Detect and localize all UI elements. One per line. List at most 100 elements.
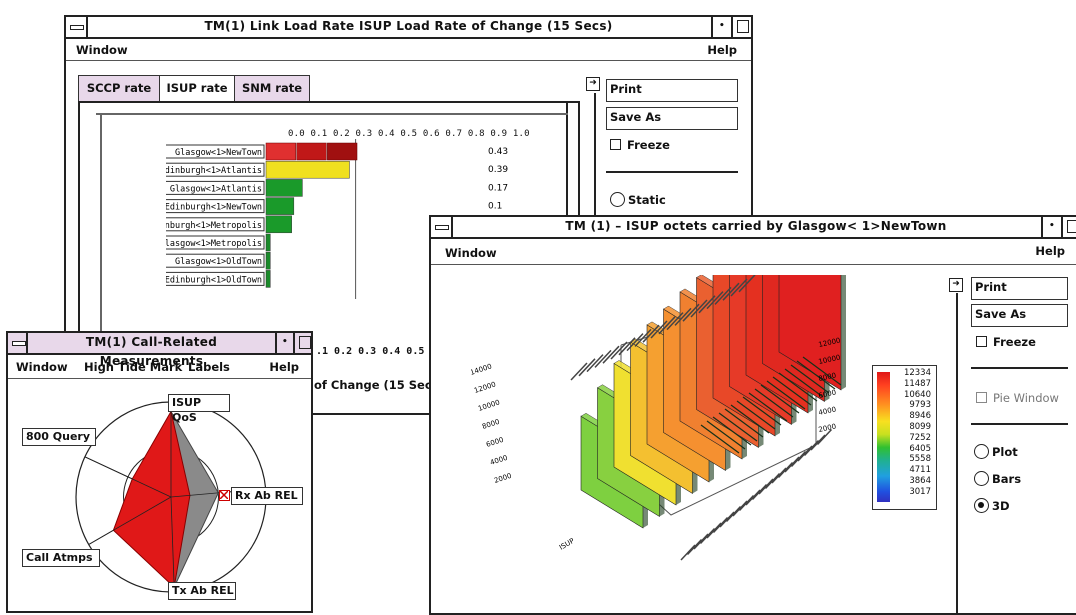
category-label: Edinburgh<1>Atlantis [166,166,262,176]
tab-isup-rate[interactable]: ISUP rate [159,75,235,101]
isup-titlebar[interactable]: TM (1) – ISUP octets carried by Glasgow<… [431,217,1076,239]
system-menu-icon[interactable] [8,333,28,353]
window-title: TM (1) – ISUP octets carried by Glasgow<… [565,219,947,233]
print-button[interactable]: Print [971,277,1068,300]
legend-value: 3864 [909,475,931,486]
bars-radio[interactable]: Bars [974,471,1021,486]
checkbox-icon[interactable] [976,336,987,347]
minimize-icon[interactable]: • [1041,217,1061,237]
legend-value: 8946 [909,411,931,422]
bottom-tick-label-mark [725,505,742,523]
maximize-icon[interactable] [1061,217,1076,237]
menu-help[interactable]: Help [707,43,737,57]
top-tick-label-mark [594,349,612,368]
value-label: 0.1 [488,202,502,212]
bottom-tick-label-mark [706,522,722,539]
bottom-tick-label-mark [764,472,781,490]
query-800-label[interactable]: 800 Query [22,428,96,446]
scale-tick: 0.4 [377,129,395,139]
scale-tick: 0.9 [490,129,508,139]
tx-ab-rel-label[interactable]: Tx Ab REL [168,582,236,600]
tab-sccp-rate[interactable]: SCCP rate [78,75,160,101]
three-d-radio[interactable]: 3D [974,498,1010,513]
menu-help[interactable]: Help [269,360,299,374]
link-load-titlebar[interactable]: TM(1) Link Load Rate ISUP Load Rate of C… [66,17,751,39]
call-atmps-label[interactable]: Call Atmps [22,549,100,567]
save-as-button[interactable]: Save As [606,107,738,130]
bottom-tick-label-mark [686,538,703,556]
call-titlebar[interactable]: TM(1) Call-Related Measurements • [8,333,311,368]
menu-window[interactable]: Window [16,360,68,374]
bar-row: Glasgow<1>NewTown 0.43 [166,142,508,161]
menu-help[interactable]: Help [1035,244,1065,258]
menu-high-tide-mark[interactable]: High Tide Mark [84,360,182,374]
bottom-tick-label-mark [751,483,768,501]
bar [265,179,303,197]
bar-row: Glasgow<1>OldTown [166,251,271,270]
value-label: 0.43 [488,147,508,157]
top-tick-label-mark [586,354,604,373]
save-as-button[interactable]: Save As [971,304,1068,327]
rx-ab-rel-marker[interactable] [219,490,230,501]
checkbox-icon[interactable] [976,392,987,403]
checkbox-icon[interactable] [610,139,621,150]
menu-window[interactable]: Window [445,246,497,260]
radio-icon[interactable] [974,471,989,486]
left-tick-label: 2000 [493,472,512,485]
menu-labels[interactable]: Labels [188,360,230,374]
maximize-icon[interactable] [731,17,751,37]
menu-window[interactable]: Window [76,43,128,57]
bottom-tick-label-mark [712,516,729,534]
system-menu-icon[interactable] [66,17,88,37]
scale-tick: 0.0 [288,129,305,139]
freeze-checkbox[interactable]: Freeze [976,335,1036,349]
category-label: Glasgow<1>Atlantis [170,184,262,194]
radio-icon[interactable] [974,444,989,459]
freeze-checkbox[interactable]: Freeze [610,138,670,152]
scale-tick: 1.0 [512,129,530,139]
bar [265,215,292,234]
system-menu-icon[interactable] [431,217,453,237]
tab-snm-rate[interactable]: SNM rate [234,75,310,101]
legend-value: 3017 [909,486,931,497]
bottom-tick-label-mark [758,478,774,495]
z-tick-label: 4000 [818,405,837,417]
bars-label: Bars [992,472,1022,486]
radio-icon[interactable] [610,192,625,207]
x-icon [220,491,228,499]
print-button[interactable]: Print [606,79,738,102]
arrow-right-icon[interactable]: ➜ [949,278,963,292]
bar-row: Edinburgh<1>NewTown 0.1 [166,197,502,215]
bottom-tick-label-mark [693,533,709,550]
left-tick-label: 12000 [473,380,497,394]
left-tick-label: 10000 [477,398,501,412]
legend-color-bar [877,372,890,502]
rx-ab-rel-label[interactable]: Rx Ab REL [231,487,303,505]
scale-tick: 0.1 [310,129,328,139]
arrow-right-icon[interactable]: ➜ [586,77,600,91]
minimize-icon[interactable]: • [711,17,731,37]
scale-tick: 0.7 [445,129,463,139]
isup-qos-label[interactable]: ISUP QoS [168,394,230,424]
legend-value: 4711 [909,465,931,476]
scale-tick: 0.6 [422,129,440,139]
three-d-label: 3D [992,499,1010,513]
static-radio[interactable]: Static [610,192,666,207]
bar [265,251,271,270]
value-label: 0.39 [488,165,508,175]
radio-selected-icon[interactable] [974,498,989,513]
category-label: Edinburgh<1>Metropolis [166,221,262,231]
legend-value: 11487 [903,378,931,389]
bottom-tick-label-mark [699,527,716,545]
category-label: Edinburgh<1>NewTown [166,203,262,213]
bar [296,142,327,161]
pie-window-checkbox[interactable]: Pie Window [976,391,1059,405]
category-label: Glasgow<1>NewTown [175,148,262,158]
minimize-icon[interactable]: • [275,333,293,353]
plot-radio[interactable]: Plot [974,444,1018,459]
legend-value: 10640 [903,389,931,400]
bar-row: Edinburgh<1>OldTown [166,270,271,288]
bar-row: Glasgow<1>Metropolis [166,233,271,252]
maximize-icon[interactable] [293,333,311,353]
legend-value: 7252 [909,432,931,443]
